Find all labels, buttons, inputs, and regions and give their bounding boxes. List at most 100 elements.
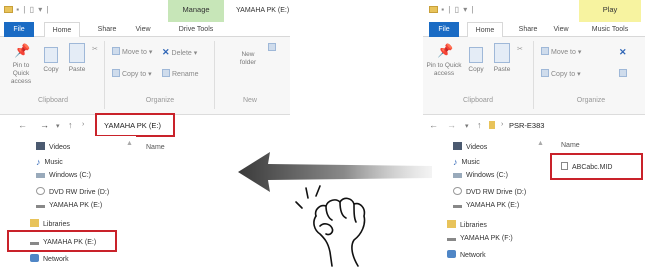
delete-button[interactable]: ✕ Delete ▾ xyxy=(162,47,197,58)
nav-item-windows-c[interactable]: Windows (C:) xyxy=(36,172,91,179)
play-context-tab[interactable]: Play xyxy=(579,0,641,22)
rename-icon xyxy=(162,69,170,77)
name-column-header[interactable]: Name xyxy=(146,144,165,151)
nav-item-network[interactable]: Network xyxy=(447,250,486,259)
paste-icon xyxy=(69,43,85,63)
organize-group-label: Organize xyxy=(145,97,175,104)
tab-file[interactable]: File xyxy=(429,22,459,37)
right-address-bar: ← → ▾ ↑ › PSR-E383 xyxy=(423,116,645,136)
left-explorer-window: ▪ | ▯ ▾ | Manage YAMAHA PK (E:) File Hom… xyxy=(0,0,290,268)
nav-item-yamaha-f[interactable]: YAMAHA PK (F:) xyxy=(447,235,513,242)
tab-home[interactable]: Home xyxy=(467,22,503,38)
nav-item-videos[interactable]: Videos xyxy=(36,142,70,151)
pin-to-quick-access-button[interactable]: 📌 Pin to Quick access xyxy=(4,43,38,86)
nav-item-libraries[interactable]: Libraries xyxy=(447,220,487,229)
copy-to-button[interactable]: Copy to ▾ xyxy=(541,69,581,78)
copy-icon xyxy=(44,47,58,63)
up-icon[interactable]: ↑ xyxy=(68,120,73,130)
scroll-up-icon[interactable]: ▲ xyxy=(537,140,544,147)
nav-item-music[interactable]: ♪ Music xyxy=(36,157,63,167)
nav-item-network[interactable]: Network xyxy=(30,254,69,263)
copy-button[interactable]: Copy xyxy=(465,47,487,74)
copy-icon xyxy=(469,47,483,63)
tab-share[interactable]: Share xyxy=(513,22,543,37)
manage-context-tab[interactable]: Manage xyxy=(168,0,224,22)
nav-item-videos[interactable]: Videos xyxy=(453,142,487,151)
move-to-icon xyxy=(112,47,120,55)
name-column-header[interactable]: Name xyxy=(561,142,580,149)
right-explorer-window: ▪ | ▯ ▾ | Play File Home Share View Musi… xyxy=(423,0,645,268)
delete-button[interactable]: ✕ xyxy=(619,47,629,58)
rename-button[interactable]: Rename xyxy=(162,69,198,78)
tab-view[interactable]: View xyxy=(130,22,156,37)
move-to-button[interactable]: Move to ▾ xyxy=(541,47,581,56)
chevron-right-icon: › xyxy=(501,121,504,128)
nav-item-dvd-drive[interactable]: DVD RW Drive (D:) xyxy=(453,187,526,196)
libraries-icon xyxy=(30,219,39,227)
nav-item-windows-c[interactable]: Windows (C:) xyxy=(453,172,508,179)
right-ribbon-tabs: File Home Share View Music Tools xyxy=(423,22,645,38)
back-icon[interactable]: ← xyxy=(429,120,438,130)
left-ribbon-tabs: File Home Share View Drive Tools xyxy=(0,22,290,38)
recent-locations-icon[interactable]: ▾ xyxy=(465,122,469,130)
ribbon-divider xyxy=(104,41,105,109)
left-title-bar: ▪ | ▯ ▾ | Manage YAMAHA PK (E:) xyxy=(0,0,290,22)
tab-music-tools[interactable]: Music Tools xyxy=(581,22,639,37)
copy-button[interactable]: Copy xyxy=(40,47,62,74)
paste-button[interactable]: Paste xyxy=(489,43,515,74)
tab-share[interactable]: Share xyxy=(92,22,122,37)
right-quick-access-toolbar[interactable]: ▪ | ▯ ▾ | xyxy=(429,5,475,14)
music-icon: ♪ xyxy=(36,157,41,167)
tab-home[interactable]: Home xyxy=(44,22,80,38)
pin-icon: 📌 xyxy=(14,43,31,58)
pin-to-quick-access-button[interactable]: 📌 Pin to Quick access xyxy=(425,43,463,78)
grabbing-hand-icon xyxy=(295,185,366,267)
left-quick-access-toolbar[interactable]: ▪ | ▯ ▾ | xyxy=(4,5,50,14)
clipboard-group-label: Clipboard xyxy=(463,97,493,104)
nav-item-libraries[interactable]: Libraries xyxy=(30,219,70,228)
nav-item-yamaha-e[interactable]: YAMAHA PK (E:) xyxy=(36,202,102,209)
drive-icon xyxy=(453,173,462,178)
left-window-title: YAMAHA PK (E:) xyxy=(236,7,290,14)
move-to-button[interactable]: Move to ▾ xyxy=(112,47,152,56)
paste-button[interactable]: Paste xyxy=(64,43,90,74)
nav-item-dvd-drive[interactable]: DVD RW Drive (D:) xyxy=(36,187,109,196)
rename-button[interactable] xyxy=(619,69,629,78)
right-title-bar: ▪ | ▯ ▾ | Play xyxy=(423,0,645,22)
chevron-right-icon: › xyxy=(82,121,85,128)
tab-view[interactable]: View xyxy=(549,22,573,37)
delete-icon: ✕ xyxy=(162,47,170,57)
up-icon[interactable]: ↑ xyxy=(477,120,482,130)
cut-icon[interactable]: ✂ xyxy=(92,45,98,53)
copy-to-icon xyxy=(112,69,120,77)
file-highlight-box xyxy=(550,153,643,180)
address-path[interactable]: PSR-E383 xyxy=(509,121,544,130)
cut-icon[interactable]: ✂ xyxy=(517,45,523,53)
nav-item-yamaha-e[interactable]: YAMAHA PK (E:) xyxy=(453,202,519,209)
nav-item-music[interactable]: ♪ Music xyxy=(453,157,480,167)
address-highlight-box xyxy=(95,113,175,137)
tab-file[interactable]: File xyxy=(4,22,34,37)
scroll-up-icon[interactable]: ▲ xyxy=(126,140,133,147)
videos-icon xyxy=(36,142,45,150)
videos-icon xyxy=(453,142,462,150)
left-ribbon: 📌 Pin to Quick access Copy Paste ✂ Clipb… xyxy=(0,37,290,115)
new-group-label: New xyxy=(242,97,257,104)
folder-icon xyxy=(489,121,495,131)
folder-icon xyxy=(429,6,438,14)
dvd-drive-icon xyxy=(36,187,45,195)
forward-icon[interactable]: → xyxy=(40,120,49,130)
copy-to-icon xyxy=(541,69,549,77)
new-folder-button[interactable]: New folder xyxy=(234,51,262,67)
music-icon: ♪ xyxy=(453,157,458,167)
ribbon-divider xyxy=(533,41,534,109)
tab-drive-tools[interactable]: Drive Tools xyxy=(168,22,224,37)
recent-locations-icon[interactable]: ▾ xyxy=(56,122,60,130)
copy-to-button[interactable]: Copy to ▾ xyxy=(112,69,152,78)
forward-icon[interactable]: → xyxy=(447,120,456,130)
new-item-icon[interactable] xyxy=(268,43,278,52)
back-icon[interactable]: ← xyxy=(18,120,27,130)
drive-icon xyxy=(36,173,45,178)
clipboard-group-label: Clipboard xyxy=(38,97,68,104)
move-to-icon xyxy=(541,47,549,55)
